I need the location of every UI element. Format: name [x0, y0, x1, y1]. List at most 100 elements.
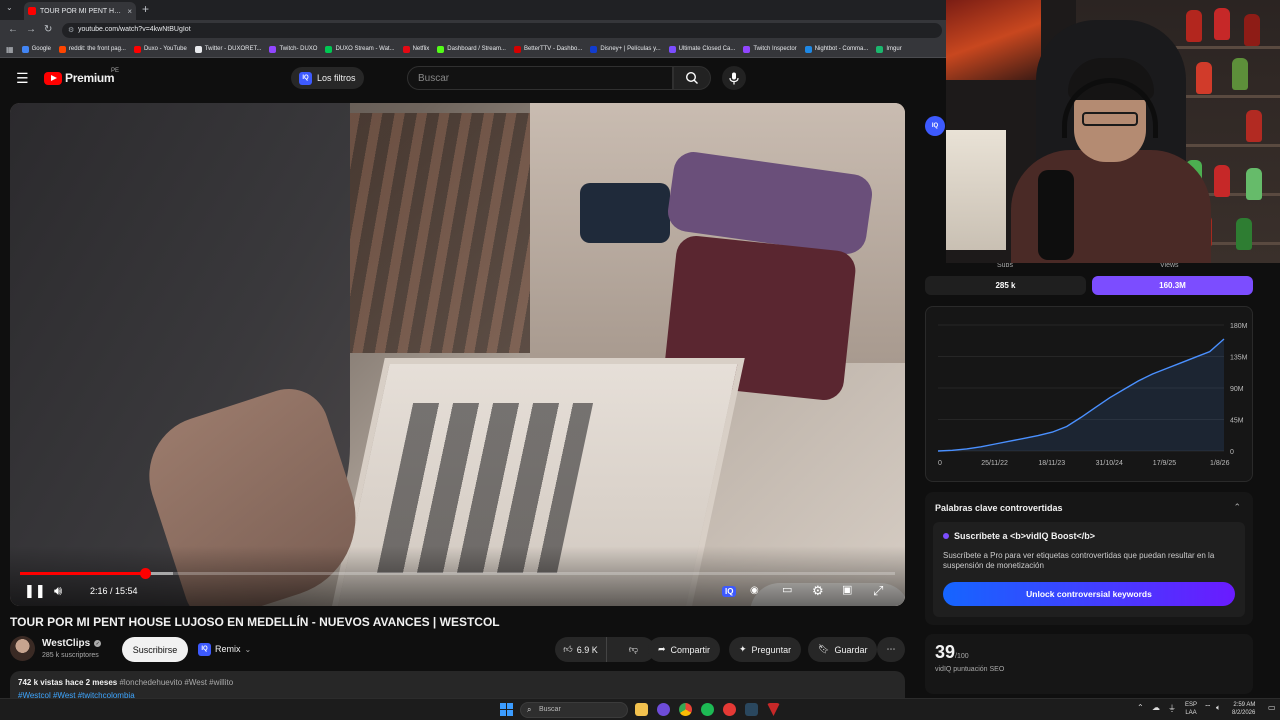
share-button[interactable]: ➦ Compartir: [648, 637, 721, 662]
windows-start-icon[interactable]: [500, 703, 513, 716]
bookmark-item[interactable]: reddit: the front pag...: [58, 45, 126, 53]
channel-name[interactable]: WestClips ✓: [42, 638, 102, 649]
theater-mode-icon[interactable]: ▣: [842, 583, 852, 596]
y-tick-label: 180M: [1230, 323, 1248, 330]
ask-button[interactable]: ✦ Preguntar: [729, 637, 802, 662]
tab-close-icon[interactable]: ×: [127, 7, 132, 16]
player-controls: ❚❚ 🔊︎ 2:16 / 15:54 IQ ◉ ▭ ⚙ ▣ ⤢: [10, 546, 905, 606]
menu-icon[interactable]: ☰: [16, 70, 29, 87]
upgrade-panel: Suscríbete a <b>vidIQ Boost</b> Suscríbe…: [933, 522, 1245, 617]
apps-grid-icon[interactable]: ▦: [6, 45, 14, 54]
verified-check-icon: ✓: [94, 640, 102, 647]
steam-icon[interactable]: [745, 703, 758, 716]
miniplayer-toggle-icon[interactable]: ◉: [750, 585, 759, 596]
vidiq-icon: IQ: [299, 71, 312, 85]
bookmark-icon: 🔖︎: [818, 644, 830, 654]
language-indicator[interactable]: ESP LAA: [1185, 701, 1197, 717]
back-arrow-icon[interactable]: ←: [8, 24, 18, 35]
tray-chevron-icon[interactable]: ⌃: [1137, 703, 1144, 712]
url-bar[interactable]: ⚙ youtube.com/watch?v=4kwNtBUgIot: [62, 23, 942, 38]
x-tick-label: 31/10/24: [1096, 460, 1123, 467]
remix-button[interactable]: IQ Remix ⌄: [196, 639, 257, 659]
like-button[interactable]: 👍︎ 6.9 K: [555, 637, 607, 662]
vidiq-filters-button[interactable]: IQ Los filtros: [291, 67, 364, 89]
fullscreen-icon[interactable]: ⤢: [873, 583, 883, 599]
progress-played: [20, 572, 146, 575]
tray-usb-icon[interactable]: ⏚: [1168, 703, 1176, 714]
webcam-overlay: [946, 0, 1280, 263]
vidiq-launcher-icon[interactable]: IQ: [925, 116, 945, 136]
tab-list-icon[interactable]: ⌄: [6, 3, 13, 12]
sparkle-icon: ✦: [739, 644, 747, 654]
bookmark-item[interactable]: Twitter - DUXORET...: [194, 45, 261, 53]
views-stat-tab[interactable]: 160.3M: [1092, 276, 1253, 295]
bookmark-favicon-icon: [58, 45, 66, 53]
app-icon[interactable]: [723, 703, 736, 716]
bookmark-item[interactable]: Nightbot - Comma...: [804, 45, 868, 53]
scrubber-handle[interactable]: [140, 568, 152, 579]
vidiq-player-icon[interactable]: IQ: [722, 586, 737, 597]
search-input[interactable]: Buscar: [407, 66, 673, 90]
bookmark-favicon-icon: [590, 45, 598, 53]
bookmark-item[interactable]: Duxo - YouTube: [133, 45, 187, 53]
notification-icon[interactable]: ▭: [1268, 703, 1276, 712]
reload-icon[interactable]: ↻: [44, 24, 52, 35]
chrome-icon[interactable]: [679, 703, 692, 716]
system-clock[interactable]: 2:59 AM 8/2/2026: [1232, 701, 1255, 717]
remix-label: Remix: [215, 644, 241, 654]
site-info-icon[interactable]: ⚙: [68, 26, 74, 34]
subtitles-icon[interactable]: ▭: [782, 583, 792, 596]
bookmark-item[interactable]: Disney+ | Películas y...: [590, 45, 661, 53]
like-dislike-group: 👍︎ 6.9 K 👎︎: [555, 637, 655, 662]
youtube-logo[interactable]: Premium: [44, 71, 115, 85]
speaker-icon[interactable]: 🔈︎: [1216, 703, 1221, 713]
file-explorer-icon[interactable]: [635, 703, 648, 716]
bookmark-item[interactable]: Ultimate Closed Ca...: [668, 45, 735, 53]
bookmark-item[interactable]: Twitch Inspector: [743, 45, 797, 53]
video-frame: [10, 103, 905, 606]
video-player[interactable]: ❚❚ 🔊︎ 2:16 / 15:54 IQ ◉ ▭ ⚙ ▣ ⤢: [10, 103, 905, 606]
video-frame-hangers: [350, 113, 530, 353]
bookmark-favicon-icon: [194, 45, 202, 53]
progress-bar[interactable]: [20, 568, 895, 579]
save-button[interactable]: 🔖︎ Guardar: [808, 637, 878, 662]
seo-score-value: 39: [935, 642, 956, 662]
search-button[interactable]: [673, 66, 711, 90]
unlock-keywords-button[interactable]: Unlock controversial keywords: [943, 582, 1235, 606]
discord-icon[interactable]: [657, 703, 670, 716]
channel-avatar[interactable]: [10, 636, 35, 661]
bookmark-label: Google: [31, 46, 51, 52]
pause-icon[interactable]: ❚❚: [24, 583, 46, 599]
view-count: 742 k vistas: [18, 678, 63, 687]
bookmark-item[interactable]: Netflix: [402, 45, 429, 53]
bookmark-item[interactable]: Imgur: [876, 45, 902, 53]
bookmark-item[interactable]: Google: [21, 45, 51, 53]
subs-stat-tab[interactable]: 285 k: [925, 276, 1086, 295]
browser-tab-active[interactable]: TOUR POR MI PENT HOUSE ×: [24, 2, 136, 20]
y-tick-label: 135M: [1230, 355, 1248, 362]
ask-label: Preguntar: [751, 644, 792, 655]
chevron-up-icon[interactable]: ⌃: [1233, 502, 1241, 513]
bookmark-item[interactable]: BetterTTV - Dashbo...: [513, 45, 582, 53]
app-icon[interactable]: [767, 703, 780, 716]
bookmark-item[interactable]: DUXO Stream - Wat...: [325, 45, 395, 53]
time-display: 2:16 / 15:54: [90, 586, 138, 596]
bookmark-item[interactable]: Twitch- DUXO: [269, 45, 317, 53]
keywords-title: Palabras clave controvertidas: [935, 503, 1063, 513]
wifi-icon[interactable]: ⌔: [1204, 703, 1212, 713]
new-tab-button[interactable]: +: [142, 2, 149, 16]
subscribe-button[interactable]: Suscribirse: [122, 637, 188, 662]
volume-icon[interactable]: 🔊︎: [54, 583, 62, 599]
spotify-icon[interactable]: [701, 703, 714, 716]
taskbar-search-input[interactable]: ⌕ Buscar: [520, 702, 628, 718]
bookmark-item[interactable]: Dashboard / Stream...: [437, 45, 506, 53]
settings-gear-icon[interactable]: ⚙: [812, 583, 824, 599]
more-actions-button[interactable]: ⋯: [877, 637, 905, 662]
voice-search-button[interactable]: [722, 66, 746, 90]
forward-arrow-icon[interactable]: →: [26, 24, 36, 35]
tray-app-icon[interactable]: ☁: [1152, 703, 1160, 712]
upgrade-heading: Suscríbete a <b>vidIQ Boost</b>: [943, 531, 1095, 541]
bookmark-favicon-icon: [743, 45, 751, 53]
tab-title: TOUR POR MI PENT HOUSE: [40, 7, 123, 15]
description-hashtags[interactable]: #lonchedehuevito #West #willito: [119, 678, 233, 687]
